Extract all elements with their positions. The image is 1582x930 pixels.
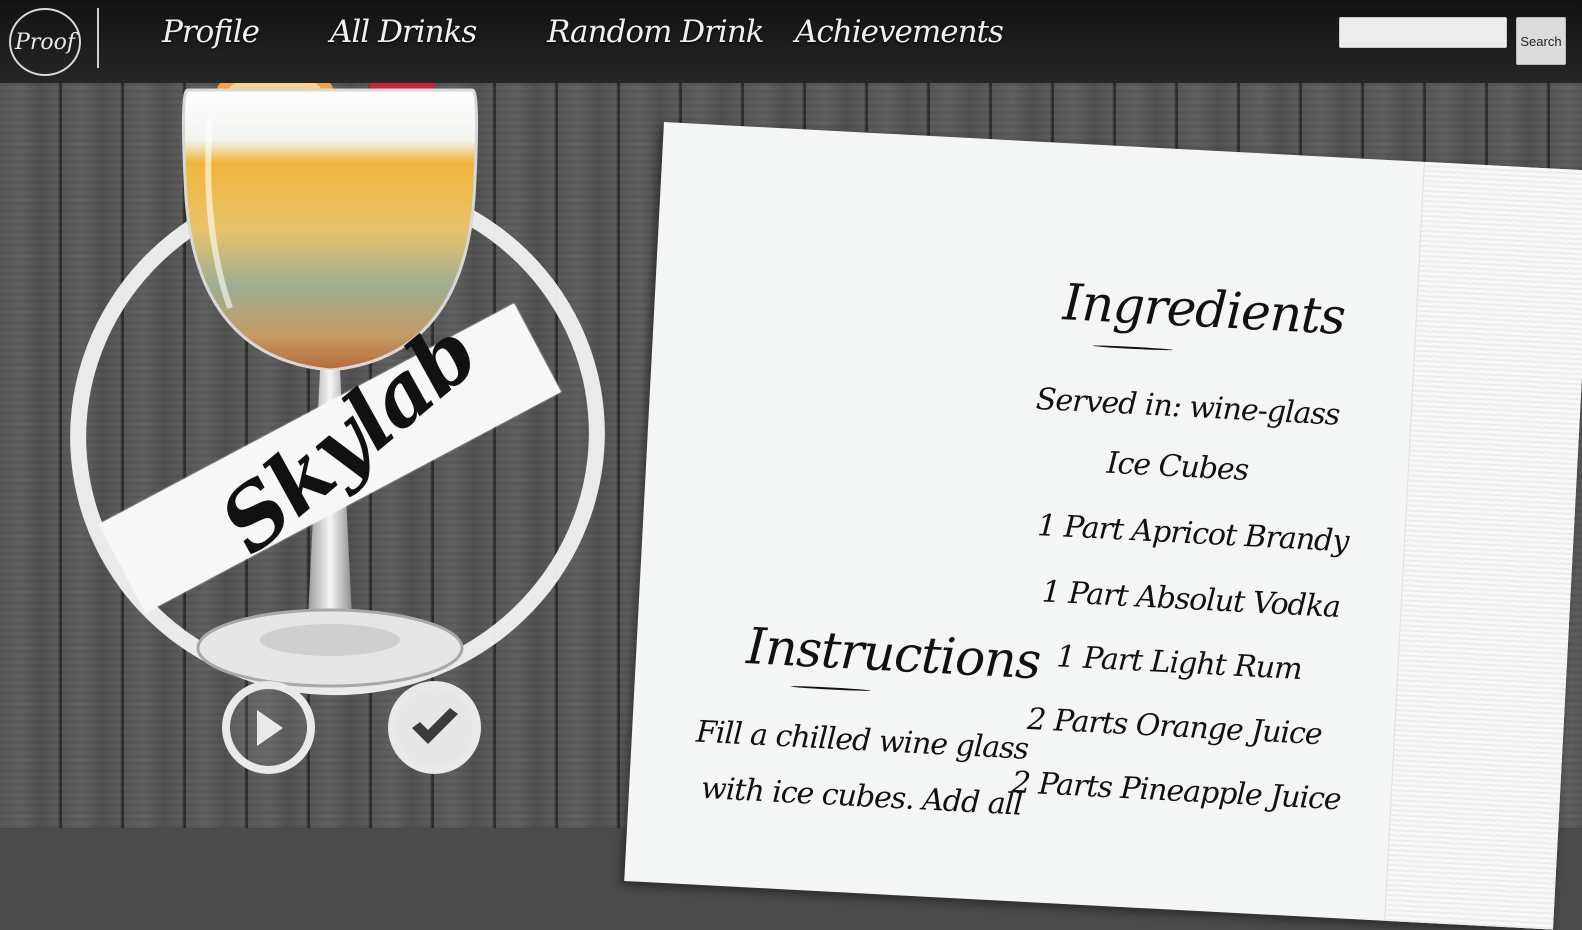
recipe-napkin: Ingredients Served in: wine-glass Ice Cu… — [624, 122, 1582, 930]
search-button[interactable]: Search — [1516, 17, 1566, 65]
play-icon — [256, 709, 283, 746]
top-navbar: Proof Profile All Drinks Random Drink Ac… — [0, 0, 1582, 83]
ingredient-served-in: Served in: wine-glass — [1035, 381, 1341, 433]
ingredient-line: 1 Part Absolut Vodka — [1041, 574, 1341, 626]
instructions-line: with ice cubes. Add all — [700, 770, 1023, 823]
nav-link-achievements[interactable]: Achievements — [795, 14, 1004, 50]
ingredient-line: 2 Parts Pineapple Juice — [1010, 765, 1342, 818]
logo-text: Proof — [15, 29, 75, 55]
play-button[interactable] — [222, 681, 315, 774]
instructions-flourish — [790, 685, 871, 692]
instructions-heading: Instructions — [745, 617, 1042, 691]
ingredient-line: 1 Part Light Rum — [1055, 639, 1303, 688]
nav-link-all-drinks[interactable]: All Drinks — [330, 14, 477, 50]
ingredients-flourish — [1092, 344, 1173, 351]
ingredient-line: Ice Cubes — [1105, 445, 1250, 489]
nav-link-profile[interactable]: Profile — [162, 14, 260, 50]
napkin-textured-edge — [1384, 161, 1582, 930]
instructions-line: Fill a chilled wine glass — [695, 714, 1029, 767]
mark-done-button[interactable] — [388, 681, 481, 774]
ingredients-heading: Ingredients — [1061, 273, 1347, 346]
ingredient-line: 1 Part Apricot Brandy — [1036, 508, 1350, 560]
check-icon — [411, 707, 458, 744]
nav-link-random-drink[interactable]: Random Drink — [547, 14, 765, 50]
nav-divider — [97, 8, 99, 68]
proof-logo[interactable]: Proof — [9, 8, 81, 76]
search-input[interactable] — [1339, 17, 1507, 48]
ingredient-line: 2 Parts Orange Juice — [1026, 701, 1323, 753]
